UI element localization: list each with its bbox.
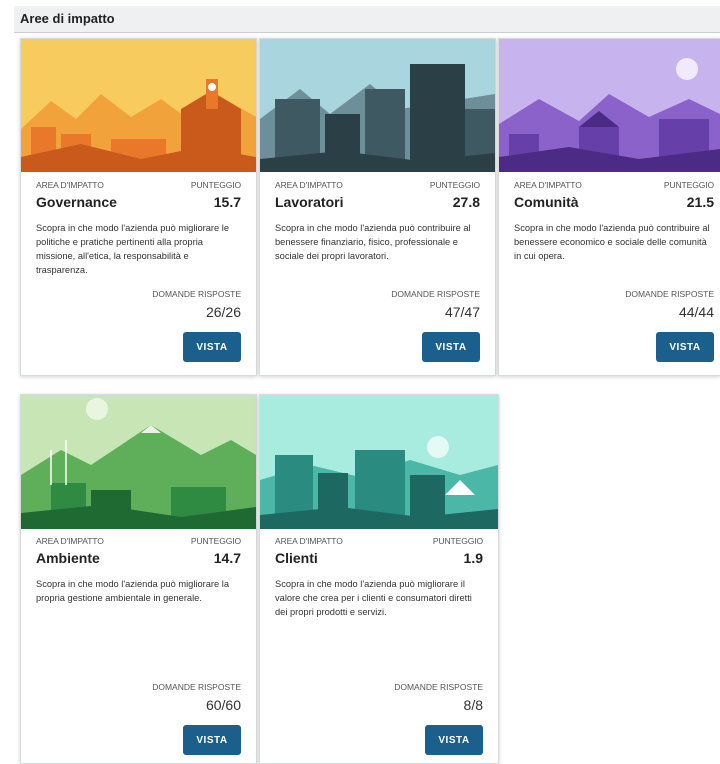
card-illustration-lavoratori	[260, 39, 495, 172]
section-header: Aree di impatto	[14, 6, 720, 33]
questions-label: DOMANDE RISPOSTE	[152, 289, 241, 299]
questions-label: DOMANDE RISPOSTE	[152, 682, 241, 692]
card-description: Scopra in che modo l'azienda può miglior…	[36, 579, 229, 603]
card-description: Scopra in che modo l'azienda può miglior…	[275, 579, 472, 617]
questions-value: 60/60	[205, 697, 241, 713]
card-title: Lavoratori	[275, 194, 344, 210]
view-button-governance[interactable]: VISTA	[183, 332, 241, 362]
score-label: PUNTEGGIO	[429, 180, 480, 190]
questions-value: 26/26	[205, 304, 241, 320]
score-label: PUNTEGGIO	[190, 180, 241, 190]
card-description: Scopra in che modo l'azienda può miglior…	[36, 223, 229, 275]
questions-value: 47/47	[444, 304, 480, 320]
card-illustration-ambiente	[21, 395, 256, 529]
questions-label: DOMANDE RISPOSTE	[625, 289, 714, 299]
card-illustration-clienti	[260, 395, 498, 529]
view-button-comunita[interactable]: VISTA	[656, 332, 714, 362]
card-illustration-governance	[21, 39, 256, 172]
questions-label: DOMANDE RISPOSTE	[391, 289, 480, 299]
view-button-clienti[interactable]: VISTA	[425, 725, 483, 755]
city-illustration	[260, 395, 498, 529]
impact-card-clienti: AREA D'IMPATTO PUNTEGGIO Clienti 1.9 Sco…	[259, 394, 499, 764]
city-illustration	[21, 39, 256, 172]
area-label: AREA D'IMPATTO	[514, 180, 582, 190]
card-score: 15.7	[213, 194, 241, 210]
card-score: 21.5	[686, 194, 714, 210]
score-label: PUNTEGGIO	[432, 536, 483, 546]
card-description: Scopra in che modo l'azienda può contrib…	[514, 223, 710, 261]
card-description: Scopra in che modo l'azienda può contrib…	[275, 223, 471, 261]
view-button-ambiente[interactable]: VISTA	[183, 725, 241, 755]
landscape-illustration	[21, 395, 256, 529]
card-title: Governance	[36, 194, 117, 210]
impact-card-comunita: AREA D'IMPATTO PUNTEGGIO Comunità 21.5 S…	[498, 38, 720, 376]
view-button-lavoratori[interactable]: VISTA	[422, 332, 480, 362]
card-illustration-comunita	[499, 39, 720, 172]
questions-label: DOMANDE RISPOSTE	[394, 682, 483, 692]
card-title: Ambiente	[36, 550, 100, 566]
card-score: 14.7	[213, 550, 241, 566]
area-label: AREA D'IMPATTO	[275, 536, 343, 546]
area-label: AREA D'IMPATTO	[36, 180, 104, 190]
city-illustration	[260, 39, 495, 172]
city-illustration	[499, 39, 720, 172]
impact-card-governance: AREA D'IMPATTO PUNTEGGIO Governance 15.7…	[20, 38, 257, 376]
area-label: AREA D'IMPATTO	[275, 180, 343, 190]
section-title: Aree di impatto	[20, 11, 115, 26]
card-score: 1.9	[463, 550, 483, 566]
score-label: PUNTEGGIO	[663, 180, 714, 190]
score-label: PUNTEGGIO	[190, 536, 241, 546]
questions-value: 8/8	[463, 697, 483, 713]
impact-card-ambiente: AREA D'IMPATTO PUNTEGGIO Ambiente 14.7 S…	[20, 394, 257, 764]
card-score: 27.8	[452, 194, 480, 210]
questions-value: 44/44	[678, 304, 714, 320]
area-label: AREA D'IMPATTO	[36, 536, 104, 546]
card-title: Clienti	[275, 550, 318, 566]
card-title: Comunità	[514, 194, 579, 210]
impact-card-lavoratori: AREA D'IMPATTO PUNTEGGIO Lavoratori 27.8…	[259, 38, 496, 376]
